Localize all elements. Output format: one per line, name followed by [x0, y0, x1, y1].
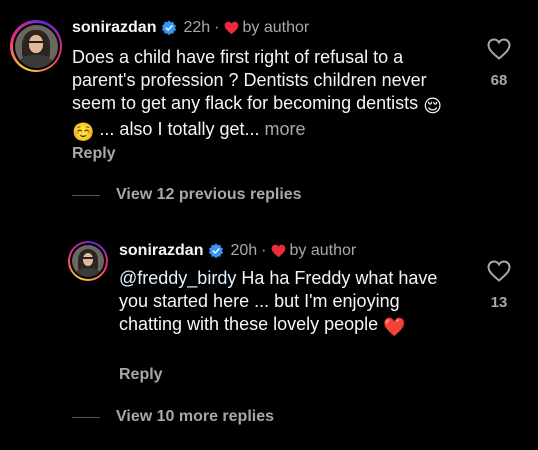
- username[interactable]: sonirazdan: [72, 19, 156, 37]
- view-more-replies-label: View 10 more replies: [116, 408, 275, 425]
- avatar-photo: [14, 24, 58, 68]
- like-column: 68: [479, 38, 519, 89]
- comment-header: sonirazdan 22h · by author: [72, 19, 309, 37]
- author-badge: by author: [242, 19, 310, 36]
- comment-header: sonirazdan 20h · by author: [119, 242, 356, 260]
- more-link[interactable]: more: [265, 119, 306, 139]
- like-heart-outline-icon[interactable]: [487, 38, 511, 60]
- mention-link[interactable]: @freddy_birdy: [119, 268, 236, 288]
- divider-line: [72, 416, 100, 418]
- heart-icon: [224, 21, 238, 35]
- comment-body-tail: ... also I totally get...: [94, 119, 260, 139]
- avatar[interactable]: [10, 20, 62, 72]
- reply-button[interactable]: Reply: [72, 145, 116, 163]
- like-count: 13: [490, 294, 508, 311]
- verified-badge-icon: [162, 20, 177, 36]
- like-heart-outline-icon[interactable]: [487, 260, 511, 282]
- comment-text: @freddy_birdy Ha ha Freddy what have you…: [119, 267, 439, 339]
- relieved-face-emoji: 😌: [423, 96, 442, 116]
- avatar[interactable]: [68, 241, 108, 281]
- timestamp: 20h: [230, 242, 258, 259]
- smiling-face-emoji: ☺️: [72, 122, 95, 142]
- view-previous-replies-label: View 12 previous replies: [116, 186, 302, 203]
- comment-body: Does a child have first right of refusal…: [72, 47, 427, 113]
- avatar-photo: [72, 245, 104, 277]
- divider-line: [72, 194, 100, 196]
- view-more-replies-button[interactable]: View 10 more replies: [72, 408, 274, 426]
- author-badge: by author: [289, 242, 357, 259]
- timestamp: 22h: [183, 19, 211, 36]
- heart-icon: [271, 244, 285, 258]
- comment-text: Does a child have first right of refusal…: [72, 46, 447, 144]
- view-previous-replies-button[interactable]: View 12 previous replies: [72, 186, 302, 204]
- red-heart-emoji: ❤️: [383, 317, 406, 337]
- like-count: 68: [490, 72, 508, 89]
- separator: ·: [214, 19, 220, 36]
- verified-badge-icon: [209, 243, 224, 259]
- username[interactable]: sonirazdan: [119, 242, 203, 260]
- separator: ·: [261, 242, 267, 259]
- like-column: 13: [479, 260, 519, 311]
- reply-button[interactable]: Reply: [119, 366, 163, 384]
